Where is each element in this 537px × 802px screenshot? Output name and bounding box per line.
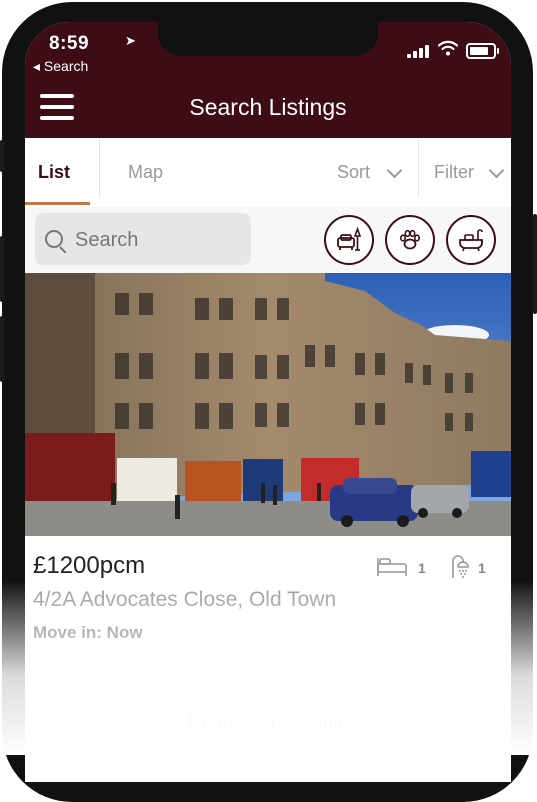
filter-chevron-down-icon [488, 162, 505, 179]
sort-dropdown[interactable]: Sort [337, 162, 370, 183]
furnished-filter-button[interactable] [324, 215, 374, 265]
move-in-date: Move in: Now [33, 623, 143, 642]
request-viewing-button[interactable]: Request a viewing [45, 698, 487, 750]
volume-down-button [0, 316, 4, 382]
tab-divider [99, 138, 100, 197]
search-icon [45, 230, 63, 248]
shower-icon [452, 555, 469, 578]
bed-icon [377, 558, 407, 576]
cellular-signal-icon [407, 42, 431, 58]
tab-map[interactable]: Map [128, 162, 163, 183]
bathroom-count: 1 [478, 560, 486, 576]
wifi-icon [438, 40, 458, 56]
location-arrow-icon: ➤ [125, 33, 136, 48]
search-input[interactable] [73, 225, 247, 255]
filter-dropdown[interactable]: Filter [434, 162, 474, 183]
app-screen: 8:59 ➤ ◂ Search Search Listings List Map… [25, 22, 511, 782]
mute-switch [0, 140, 4, 172]
back-to-search-link[interactable]: ◂ Search [33, 58, 88, 75]
battery-icon [466, 43, 499, 59]
active-tab-indicator [25, 202, 90, 205]
status-time: 8:59 [49, 33, 90, 54]
tab-list[interactable]: List [38, 162, 70, 183]
listing-photo[interactable] [25, 273, 511, 536]
view-tabs: List Map Sort Filter [25, 138, 511, 208]
power-button [533, 214, 537, 314]
tab-divider [418, 138, 419, 197]
page-title: Search Listings [189, 94, 347, 120]
pets-filter-button[interactable] [385, 215, 435, 265]
bathtub-icon [459, 229, 483, 252]
search-row [25, 207, 511, 273]
listing-address[interactable]: 4/2A Advocates Close, Old Town [33, 588, 336, 612]
bathtub-filter-button[interactable] [446, 215, 496, 265]
volume-up-button [0, 236, 4, 302]
notch [158, 22, 378, 56]
furnished-icon [337, 226, 362, 251]
pets-icon [400, 229, 420, 250]
listing-price: £1200pcm [33, 552, 146, 579]
sort-chevron-down-icon [386, 162, 403, 179]
search-box[interactable] [35, 213, 251, 265]
bedroom-count: 1 [418, 560, 426, 576]
